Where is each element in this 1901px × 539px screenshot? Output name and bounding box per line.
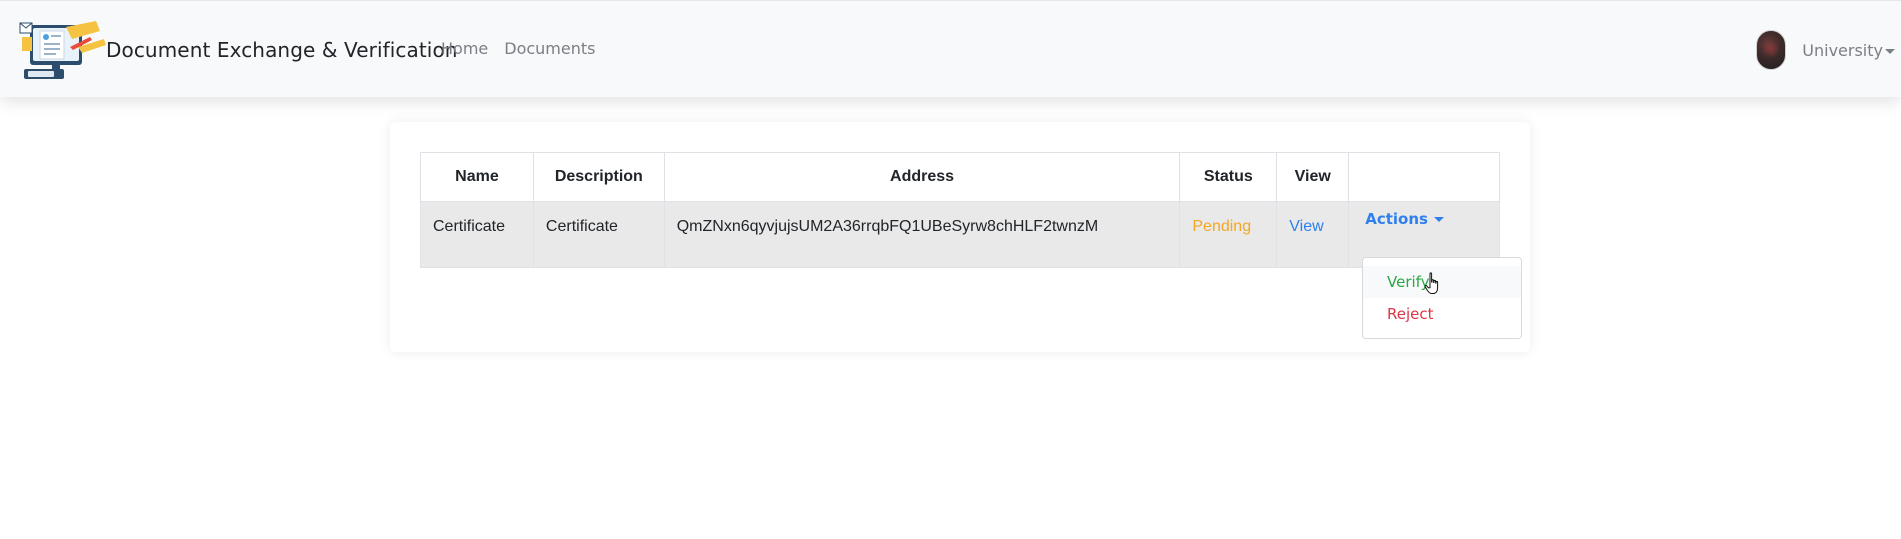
user-menu-toggle[interactable]: University — [1802, 41, 1895, 60]
user-area: University — [1756, 30, 1895, 70]
table-row: Certificate Certificate QmZNxn6qyvjujsUM… — [420, 201, 1500, 268]
documents-card: Name Description Address Status View Cer… — [390, 122, 1530, 352]
verify-menu-item[interactable]: Verify — [1363, 266, 1521, 298]
user-menu-label: University — [1802, 40, 1883, 60]
nav-home-link[interactable]: Home — [441, 39, 488, 58]
nav-links: Home Documents — [441, 39, 611, 58]
top-navbar: Document Exchange & Verification Home Do… — [0, 0, 1901, 97]
brand-link[interactable]: Document Exchange & Verification — [18, 17, 458, 83]
actions-label: Actions — [1365, 210, 1428, 228]
cell-view: View — [1276, 201, 1350, 268]
hand-pointer-cursor-icon — [1424, 272, 1439, 294]
cell-description: Certificate — [532, 201, 665, 268]
brand-title: Document Exchange & Verification — [106, 38, 458, 62]
cell-name: Certificate — [420, 201, 534, 268]
view-link[interactable]: View — [1289, 218, 1323, 235]
header-address: Address — [663, 152, 1181, 202]
chevron-down-icon — [1885, 48, 1895, 54]
status-badge: Pending — [1192, 218, 1252, 235]
header-actions — [1348, 152, 1500, 202]
header-name: Name — [420, 152, 534, 202]
header-view: View — [1276, 152, 1350, 202]
chevron-down-icon — [1433, 217, 1444, 222]
nav-documents-link[interactable]: Documents — [504, 39, 595, 58]
documents-table: Name Description Address Status View Cer… — [420, 152, 1500, 268]
actions-dropdown-menu: Verify Reject — [1362, 257, 1522, 339]
actions-dropdown-toggle[interactable]: Actions — [1365, 210, 1444, 228]
header-description: Description — [532, 152, 665, 202]
reject-menu-item[interactable]: Reject — [1363, 298, 1521, 330]
cell-address: QmZNxn6qyvjujsUM2A36rrqbFQ1UBeSyrw8chHLF… — [663, 201, 1181, 268]
user-avatar-icon[interactable] — [1756, 30, 1787, 70]
header-status: Status — [1179, 152, 1278, 202]
table-header-row: Name Description Address Status View — [420, 152, 1500, 202]
cell-status: Pending — [1179, 201, 1278, 268]
document-computer-logo-icon — [19, 21, 106, 79]
